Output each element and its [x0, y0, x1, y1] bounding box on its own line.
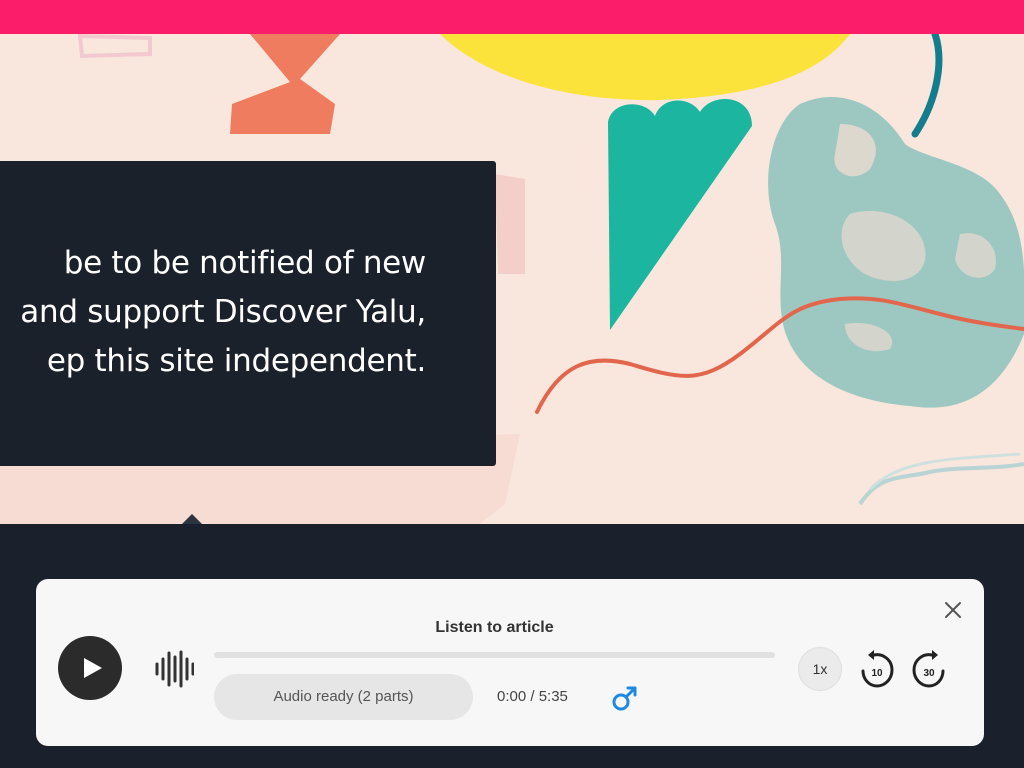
play-button[interactable] [58, 636, 122, 700]
skip-forward-label: 30 [923, 668, 935, 679]
time-display: 0:00 / 5:35 [497, 688, 568, 705]
promo-text: be to be notified of new and support Dis… [20, 245, 426, 379]
hero-illustration: be to be notified of new and support Dis… [0, 34, 1024, 524]
progress-bar[interactable] [214, 652, 775, 658]
skip-forward-button[interactable]: 30 [910, 649, 946, 689]
skip-back-label: 10 [871, 668, 883, 679]
male-voice-icon [612, 686, 637, 711]
forward-30-icon: 30 [912, 650, 945, 688]
rewind-10-icon: 10 [861, 650, 894, 688]
close-icon [945, 602, 961, 618]
waveform-icon [154, 649, 195, 689]
skip-back-button[interactable]: 10 [860, 649, 896, 689]
close-button[interactable] [941, 598, 965, 622]
play-icon [84, 658, 102, 678]
voice-select-button[interactable] [609, 682, 641, 714]
player-title: Listen to article [435, 619, 554, 636]
playback-speed-button[interactable]: 1x [798, 647, 842, 691]
top-accent-bar [0, 0, 1024, 34]
newsletter-promo-box: be to be notified of new and support Dis… [0, 161, 496, 466]
audio-status-badge: Audio ready (2 parts) [214, 674, 473, 720]
audio-player: Listen to article Audio ready (2 parts) … [36, 579, 984, 746]
